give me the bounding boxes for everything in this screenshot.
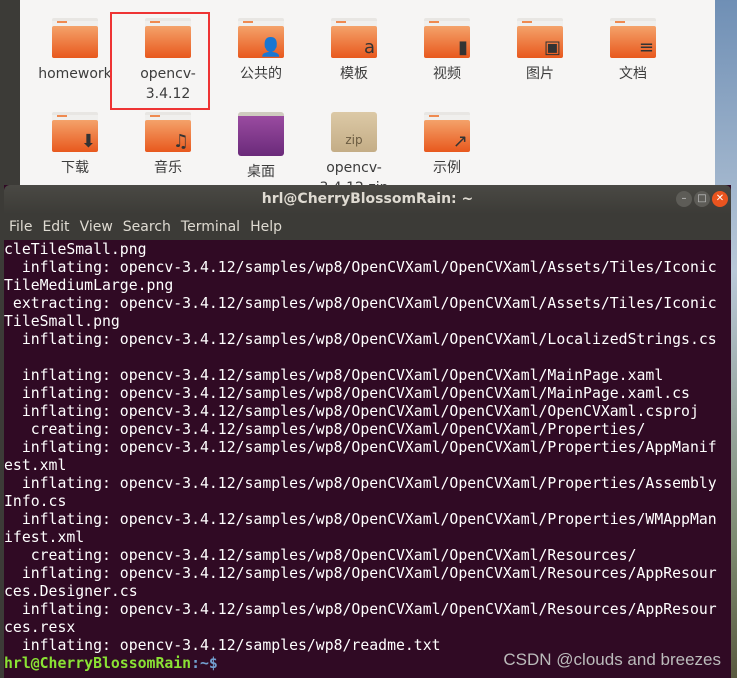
terminal-line: ces.resx [4, 619, 76, 636]
terminal-line: Info.cs [4, 493, 67, 510]
file-item[interactable]: ↗ 示例 [407, 112, 487, 178]
file-item[interactable]: ⬇ 下载 [35, 112, 115, 178]
menu-edit[interactable]: Edit [42, 219, 69, 235]
folder-videos-icon: ▮ [424, 18, 470, 58]
file-label: 桌面 [247, 164, 275, 180]
terminal-line: ifest.xml [4, 529, 85, 546]
file-item[interactable]: ▣ 图片 [500, 18, 580, 84]
terminal-window: hrl@CherryBlossomRain: ~ – □ ✕ File Edit V… [4, 185, 731, 678]
folder-download-icon: ⬇ [52, 112, 98, 152]
terminal-menubar: File Edit View Search Terminal Help [4, 214, 731, 240]
file-label: homework [38, 66, 112, 82]
terminal-line: cleTileSmall.png [4, 241, 147, 258]
file-label: 模板 [340, 66, 368, 82]
terminal-line: inflating: opencv-3.4.12/samples/wp8/Ope… [4, 385, 690, 402]
file-item[interactable]: 桌面 [221, 112, 301, 182]
terminal-line: inflating: opencv-3.4.12/samples/wp8/Ope… [4, 403, 699, 420]
watermark: CSDN @clouds and breezes [503, 650, 721, 669]
terminal-line: inflating: opencv-3.4.12/samples/wp8/Ope… [4, 475, 717, 492]
window-title: hrl@CherryBlossomRain: ~ [261, 191, 474, 207]
terminal-output[interactable]: cleTileSmall.png inflating: opencv-3.4.1… [4, 240, 731, 673]
file-label: 视频 [433, 66, 461, 82]
menu-file[interactable]: File [9, 219, 32, 235]
terminal-line: TileSmall.png [4, 313, 120, 330]
zip-archive-icon: zip [331, 112, 377, 152]
file-item[interactable]: a 模板 [314, 18, 394, 84]
file-item[interactable]: ≡ 文档 [593, 18, 673, 84]
maximize-button[interactable]: □ [694, 191, 710, 207]
menu-terminal[interactable]: Terminal [181, 219, 240, 235]
terminal-line: inflating: opencv-3.4.12/samples/wp8/Ope… [4, 565, 717, 582]
terminal-line: TileMediumLarge.png [4, 277, 174, 294]
file-label: 公共的 [240, 66, 282, 82]
file-label: 示例 [433, 160, 461, 176]
file-label: 图片 [526, 66, 554, 82]
terminal-line: ces.Designer.cs [4, 583, 138, 600]
terminal-line: inflating: opencv-3.4.12/samples/wp8/Ope… [4, 601, 717, 618]
terminal-titlebar[interactable]: hrl@CherryBlossomRain: ~ – □ ✕ [4, 185, 731, 214]
folder-pictures-icon: ▣ [517, 18, 563, 58]
file-item[interactable]: 👤 公共的 [221, 18, 301, 84]
file-item[interactable]: homework [35, 18, 115, 84]
folder-documents-icon: ≡ [610, 18, 656, 58]
file-item[interactable]: ♫ 音乐 [128, 112, 208, 178]
file-label: 下载 [61, 160, 89, 176]
folder-music-icon: ♫ [145, 112, 191, 152]
folder-link-icon: ↗ [424, 112, 470, 152]
terminal-line: inflating: opencv-3.4.12/samples/wp8/Ope… [4, 511, 717, 528]
menu-search[interactable]: Search [123, 219, 171, 235]
folder-public-icon: 👤 [238, 18, 284, 58]
minimize-button[interactable]: – [676, 191, 692, 207]
terminal-line: est.xml [4, 457, 67, 474]
folder-templates-icon: a [331, 18, 377, 58]
close-button[interactable]: ✕ [712, 191, 728, 207]
terminal-line: extracting: opencv-3.4.12/samples/wp8/Op… [4, 295, 717, 312]
prompt-path: :~$ [191, 655, 218, 672]
file-label: 文档 [619, 66, 647, 82]
folder-icon [52, 18, 98, 58]
file-label: 音乐 [154, 160, 182, 176]
file-item[interactable]: ▮ 视频 [407, 18, 487, 84]
selection-highlight [110, 12, 210, 110]
menu-help[interactable]: Help [250, 219, 282, 235]
terminal-line: inflating: opencv-3.4.12/samples/wp8/Ope… [4, 259, 717, 276]
terminal-line: inflating: opencv-3.4.12/samples/wp8/Ope… [4, 439, 717, 456]
menu-view[interactable]: View [80, 219, 113, 235]
terminal-line: creating: opencv-3.4.12/samples/wp8/Open… [4, 547, 637, 564]
desktop-icon [238, 112, 284, 156]
terminal-line: creating: opencv-3.4.12/samples/wp8/Open… [4, 421, 646, 438]
terminal-line: inflating: opencv-3.4.12/samples/wp8/Ope… [4, 367, 664, 384]
terminal-line: inflating: opencv-3.4.12/samples/wp8/Ope… [4, 331, 717, 348]
prompt-user: hrl@CherryBlossomRain [4, 655, 192, 672]
